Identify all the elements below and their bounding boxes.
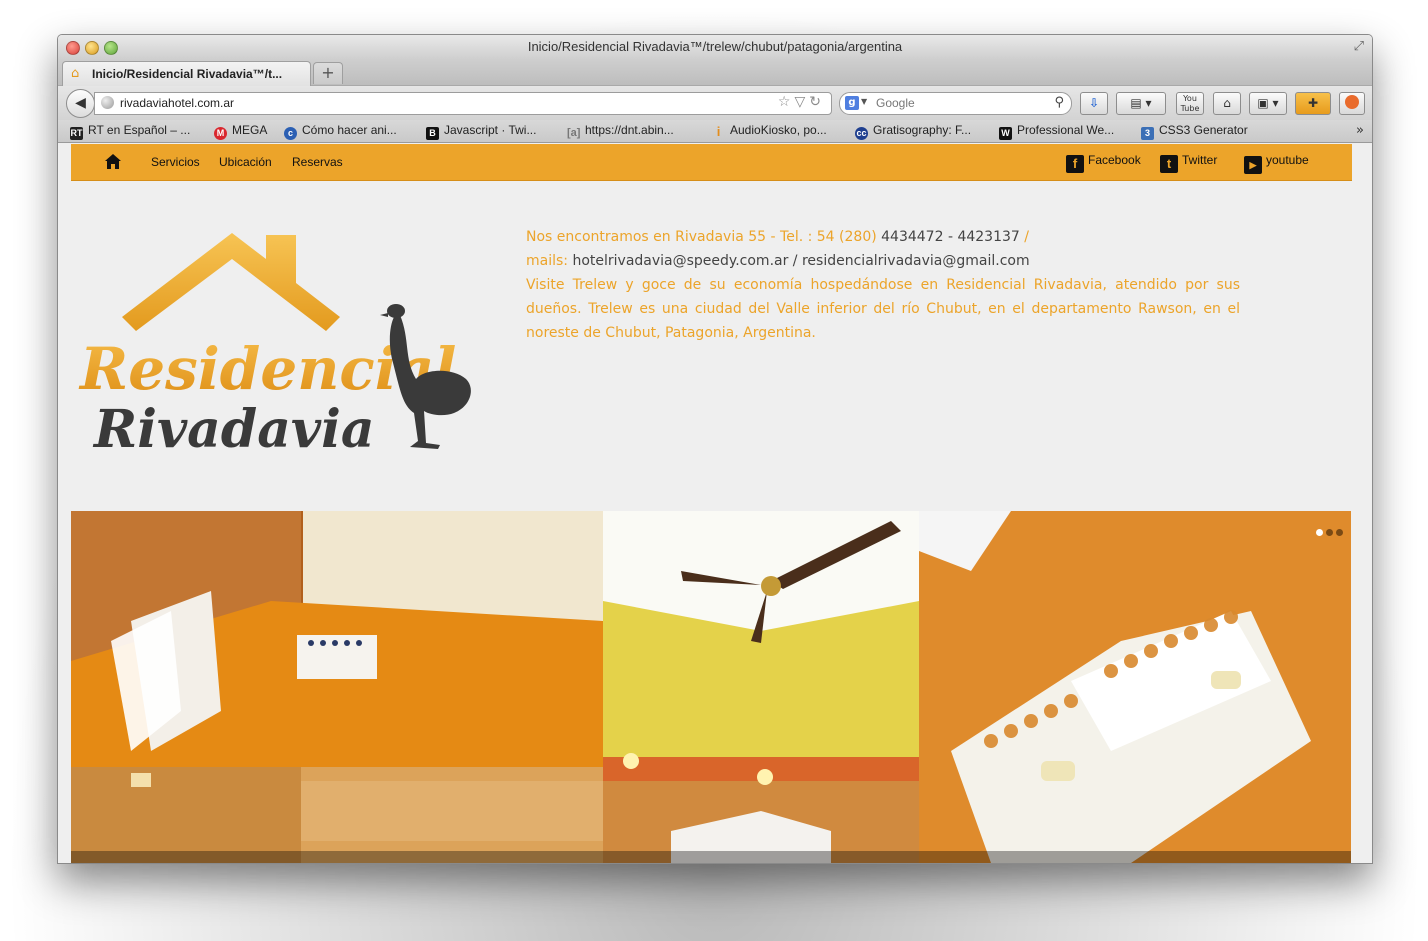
- contact-info: Nos encontramos en Rivadavia 55 - Tel. :…: [526, 225, 1240, 345]
- photo-slider[interactable]: [71, 511, 1351, 863]
- bookmark-item[interactable]: [a] https://dnt.abin...: [567, 123, 674, 140]
- twitter-icon: t: [1160, 155, 1178, 173]
- slider-dot[interactable]: [1326, 529, 1333, 536]
- slider-dots: [1313, 521, 1343, 540]
- b-icon: B: [426, 127, 439, 140]
- separator: /: [1019, 229, 1029, 245]
- screenshot-icon[interactable]: ▣ ▾: [1249, 92, 1287, 115]
- mails-label: mails:: [526, 253, 569, 269]
- search-bar[interactable]: g ▼ Google ⚲: [839, 92, 1072, 115]
- svg-text:Rivadavia: Rivadavia: [92, 399, 375, 459]
- bookmark-star-icon[interactable]: ☆: [778, 94, 795, 110]
- bookmarks-overflow-icon[interactable]: »: [1356, 123, 1364, 138]
- history-dropdown-icon[interactable]: ▽: [794, 94, 809, 110]
- w-icon: W: [999, 127, 1012, 140]
- translate-icon[interactable]: ▤ ▾: [1116, 92, 1166, 115]
- bookmark-item[interactable]: B Javascript · Twi...: [426, 123, 536, 140]
- title-bar: Inicio/Residencial Rivadavia™/trelew/chu…: [58, 35, 1372, 59]
- slider-dot[interactable]: [1336, 529, 1343, 536]
- web-page: Servicios Ubicación Reservas f Facebook t…: [58, 143, 1372, 863]
- twitter-link[interactable]: t Twitter: [1160, 153, 1217, 173]
- cl-icon: c: [284, 127, 297, 140]
- home-nav-icon[interactable]: [104, 153, 122, 170]
- rt-icon: RT: [70, 127, 83, 140]
- bookmark-item[interactable]: cc Gratisography: F...: [855, 123, 971, 140]
- url-text[interactable]: rivadaviahotel.com.ar: [120, 96, 234, 110]
- residencial-rivadavia-logo[interactable]: Residencial Rivadavia: [74, 229, 494, 459]
- tab-label: Inicio/Residencial Rivadavia™/t...: [92, 67, 283, 81]
- a-bracket-icon: [a]: [567, 127, 581, 139]
- youtube-social-icon: ▶: [1244, 156, 1262, 174]
- info-icon: i: [716, 124, 721, 139]
- site-navigation: Servicios Ubicación Reservas f Facebook t…: [71, 144, 1352, 181]
- browser-window: Inicio/Residencial Rivadavia™/trelew/chu…: [57, 34, 1373, 864]
- tab-strip: ⌂ Inicio/Residencial Rivadavia™/t... +: [58, 59, 1372, 86]
- roof-icon: [122, 233, 340, 331]
- css3-icon: 3: [1141, 127, 1154, 140]
- description-text: Visite Trelew y goce de su economía hosp…: [526, 277, 1240, 341]
- email-separator: /: [788, 253, 802, 269]
- facebook-icon: f: [1066, 155, 1084, 173]
- bookmark-item[interactable]: c Cómo hacer ani...: [284, 123, 397, 140]
- search-icon[interactable]: ⚲: [1054, 95, 1064, 110]
- phone-numbers: 4434472 - 4423137: [881, 229, 1020, 245]
- bookmark-item[interactable]: 3 CSS3 Generator: [1141, 123, 1248, 140]
- nav-link-ubicacion[interactable]: Ubicación: [219, 155, 272, 169]
- bookmark-item[interactable]: M MEGA: [214, 123, 267, 140]
- navigation-toolbar: ◀ rivadaviahotel.com.ar ☆▽↻ g ▼ Google ⚲…: [58, 86, 1372, 120]
- url-bar[interactable]: rivadaviahotel.com.ar ☆▽↻: [94, 92, 832, 115]
- fullscreen-icon[interactable]: ⤢: [1354, 39, 1364, 54]
- tab-active[interactable]: ⌂ Inicio/Residencial Rivadavia™/t...: [62, 61, 311, 86]
- new-tab-button[interactable]: +: [313, 62, 343, 84]
- youtube-link[interactable]: ▶ youtube: [1244, 153, 1309, 174]
- slider-dot[interactable]: [1316, 529, 1323, 536]
- google-icon[interactable]: g: [845, 96, 859, 110]
- address-text: Nos encontramos en Rivadavia 55 - Tel. :…: [526, 229, 877, 245]
- bookmarks-toolbar: RT RT en Español – ... M MEGA c Cómo hacer …: [58, 120, 1372, 143]
- home-icon[interactable]: ⌂: [1213, 92, 1241, 115]
- search-input[interactable]: Google: [876, 96, 915, 110]
- bookmark-item[interactable]: i AudioKiosko, po...: [712, 123, 827, 138]
- email-link-1[interactable]: hotelrivadavia@speedy.com.ar: [572, 253, 788, 269]
- email-link-2[interactable]: residencialrivadavia@gmail.com: [802, 253, 1030, 269]
- globe-icon: [101, 96, 114, 109]
- facebook-link[interactable]: f Facebook: [1066, 153, 1141, 173]
- slide-image: [71, 511, 1351, 863]
- bookmark-item[interactable]: W Professional We...: [999, 123, 1114, 140]
- bookmark-item[interactable]: RT RT en Español – ...: [70, 123, 190, 140]
- downloads-icon[interactable]: ⇩: [1080, 92, 1108, 115]
- mega-icon: M: [214, 127, 227, 140]
- cc-icon: cc: [855, 127, 868, 140]
- home-favicon-icon: ⌂: [71, 66, 80, 81]
- window-title: Inicio/Residencial Rivadavia™/trelew/chu…: [527, 39, 903, 54]
- back-button[interactable]: ◀: [66, 89, 95, 118]
- nav-link-servicios[interactable]: Servicios: [151, 155, 200, 169]
- reload-icon[interactable]: ↻: [809, 94, 825, 110]
- youtube-icon[interactable]: You Tube: [1176, 92, 1204, 115]
- duckduckgo-icon[interactable]: [1339, 92, 1365, 115]
- addon-icon[interactable]: ✚: [1295, 92, 1331, 115]
- engine-dropdown-icon[interactable]: ▼: [861, 97, 867, 106]
- nav-link-reservas[interactable]: Reservas: [292, 155, 343, 169]
